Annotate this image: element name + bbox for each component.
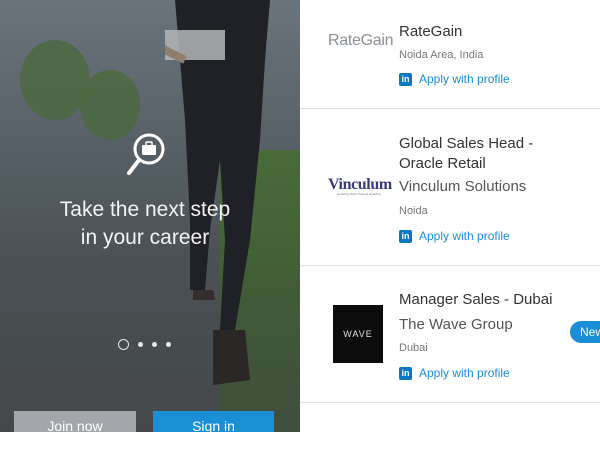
- new-badge: New: [570, 321, 600, 343]
- apply-label: Apply with profile: [419, 72, 510, 86]
- onboarding-panel: Take the next step in your career Join n…: [0, 0, 300, 432]
- sign-in-button[interactable]: Sign in: [153, 411, 274, 432]
- linkedin-icon: in: [399, 366, 412, 380]
- company-logo-wave: WAVE: [333, 305, 383, 363]
- job-list: RateGain RateGain Noida Area, India in A…: [300, 0, 600, 432]
- company-name: The Wave Group: [399, 316, 513, 333]
- apply-label: Apply with profile: [419, 366, 510, 380]
- briefcase-search-icon: [127, 132, 167, 176]
- carousel-dot[interactable]: [138, 342, 143, 347]
- join-now-button[interactable]: Join now: [14, 411, 136, 432]
- job-location: Dubai: [399, 342, 428, 354]
- carousel-indicator: [118, 339, 171, 350]
- job-location: Noida: [399, 205, 428, 217]
- apply-label: Apply with profile: [419, 229, 510, 243]
- job-card-vinculum[interactable]: Vinculum Enabling Multi Channel Retailin…: [300, 108, 600, 266]
- linkedin-icon: in: [399, 229, 412, 243]
- job-location: Noida Area, India: [399, 49, 484, 61]
- job-title[interactable]: RateGain: [399, 22, 462, 42]
- onboarding-headline: Take the next step in your career: [0, 196, 290, 252]
- bottom-strip: [0, 432, 600, 450]
- company-logo-rategain: RateGain: [328, 32, 394, 50]
- apply-with-profile-link[interactable]: in Apply with profile: [399, 366, 510, 380]
- apply-with-profile-link[interactable]: in Apply with profile: [399, 72, 510, 86]
- carousel-dot[interactable]: [152, 342, 157, 347]
- job-title[interactable]: Global Sales Head - Oracle Retail: [399, 134, 533, 174]
- headline-line-1: Take the next step: [59, 198, 231, 221]
- logo-text: WAVE: [343, 329, 373, 339]
- carousel-dot-active[interactable]: [118, 339, 129, 350]
- carousel-dot[interactable]: [166, 342, 171, 347]
- linkedin-icon: in: [399, 72, 412, 86]
- headline-line-2: in your career: [80, 226, 210, 249]
- job-title[interactable]: Manager Sales - Dubai: [399, 290, 552, 310]
- job-title-line-1: Global Sales Head -: [399, 135, 534, 152]
- job-title-line-2: Oracle Retail: [399, 155, 486, 172]
- company-logo-vinculum: Vinculum Enabling Multi Channel Retailin…: [328, 176, 392, 196]
- company-name: Vinculum Solutions: [399, 178, 527, 195]
- job-card-wave[interactable]: WAVE Manager Sales - Dubai The Wave Grou…: [300, 265, 600, 403]
- job-card-rategain[interactable]: RateGain RateGain Noida Area, India in A…: [300, 0, 600, 109]
- apply-with-profile-link[interactable]: in Apply with profile: [399, 229, 510, 243]
- logo-text: RateGain: [328, 32, 394, 49]
- logo-tagline: Enabling Multi Channel Retailing: [337, 192, 381, 196]
